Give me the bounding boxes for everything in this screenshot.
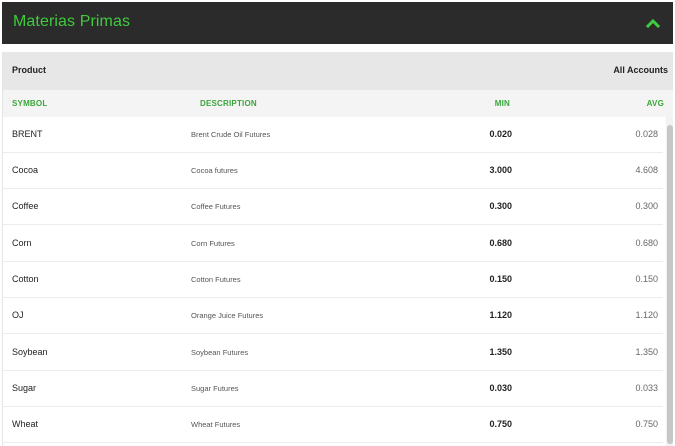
avg-cell: 4.608: [635, 165, 658, 175]
description-cell: Wheat Futures: [191, 420, 241, 429]
vertical-scrollbar[interactable]: [666, 117, 673, 446]
min-cell: 3.000: [489, 165, 512, 175]
table-row[interactable]: Soybean Soybean Futures 1.350 1.350: [3, 335, 663, 371]
symbol-cell: Coffee: [12, 201, 39, 211]
table-row[interactable]: Sugar Sugar Futures 0.030 0.033: [3, 371, 663, 407]
min-cell: 0.680: [489, 238, 512, 248]
description-cell: Soybean Futures: [191, 348, 249, 357]
avg-cell: 0.750: [635, 419, 658, 429]
symbol-cell: OJ: [12, 310, 24, 320]
avg-cell: 1.350: [635, 347, 658, 357]
table-row[interactable]: OJ Orange Juice Futures 1.120 1.120: [3, 298, 663, 334]
symbol-cell: BRENT: [12, 129, 43, 139]
column-header-symbol[interactable]: SYMBOL: [12, 99, 47, 108]
min-cell: 1.350: [489, 347, 512, 357]
table-row[interactable]: Coffee Coffee Futures 0.300 0.300: [3, 189, 663, 225]
symbol-cell: Cotton: [12, 274, 39, 284]
table-toolbar: Product All Accounts: [3, 52, 673, 90]
description-cell: Cotton Futures: [191, 275, 241, 284]
symbol-cell: Sugar: [12, 383, 37, 393]
symbol-cell: Soybean: [12, 347, 48, 357]
scrollbar-thumb[interactable]: [667, 125, 673, 444]
commodities-table: Product All Accounts SYMBOL DESCRIPTION …: [2, 52, 673, 446]
min-cell: 0.150: [489, 274, 512, 284]
description-cell: Coffee Futures: [191, 202, 241, 211]
min-cell: 0.300: [489, 201, 512, 211]
description-cell: Brent Crude Oil Futures: [191, 130, 271, 139]
column-header-min[interactable]: MIN: [495, 99, 510, 108]
table-row[interactable]: Wheat Wheat Futures 0.750 0.750: [3, 407, 663, 443]
table-row[interactable]: Cotton Cotton Futures 0.150 0.150: [3, 262, 663, 298]
avg-cell: 0.300: [635, 201, 658, 211]
min-cell: 1.120: [489, 310, 512, 320]
table-row[interactable]: Cocoa Cocoa futures 3.000 4.608: [3, 153, 663, 189]
symbol-cell: Wheat: [12, 419, 39, 429]
column-header-avg[interactable]: AVG: [647, 99, 664, 108]
avg-cell: 0.150: [635, 274, 658, 284]
avg-cell: 0.028: [635, 129, 658, 139]
section-title: Materias Primas: [13, 13, 131, 30]
symbol-cell: Corn: [12, 238, 32, 248]
description-cell: Sugar Futures: [191, 384, 239, 393]
min-cell: 0.020: [489, 129, 512, 139]
description-cell: Cocoa futures: [191, 166, 238, 175]
avg-cell: 0.033: [635, 383, 658, 393]
description-cell: Corn Futures: [191, 239, 235, 248]
chevron-up-icon[interactable]: [645, 15, 661, 31]
min-cell: 0.030: [489, 383, 512, 393]
column-header-description[interactable]: DESCRIPTION: [200, 99, 257, 108]
product-label: Product: [12, 65, 47, 75]
table-body: BRENT Brent Crude Oil Futures 0.020 0.02…: [3, 117, 663, 446]
min-cell: 0.750: [489, 419, 512, 429]
avg-cell: 0.680: [635, 238, 658, 248]
description-cell: Orange Juice Futures: [191, 311, 264, 320]
symbol-cell: Cocoa: [12, 165, 39, 175]
table-row[interactable]: Corn Corn Futures 0.680 0.680: [3, 226, 663, 262]
column-headers: SYMBOL DESCRIPTION MIN AVG: [3, 90, 673, 117]
table-row[interactable]: BRENT Brent Crude Oil Futures 0.020 0.02…: [3, 117, 663, 153]
avg-cell: 1.120: [635, 310, 658, 320]
accounts-selector[interactable]: All Accounts: [613, 65, 668, 75]
section-header: Materias Primas: [2, 2, 673, 44]
